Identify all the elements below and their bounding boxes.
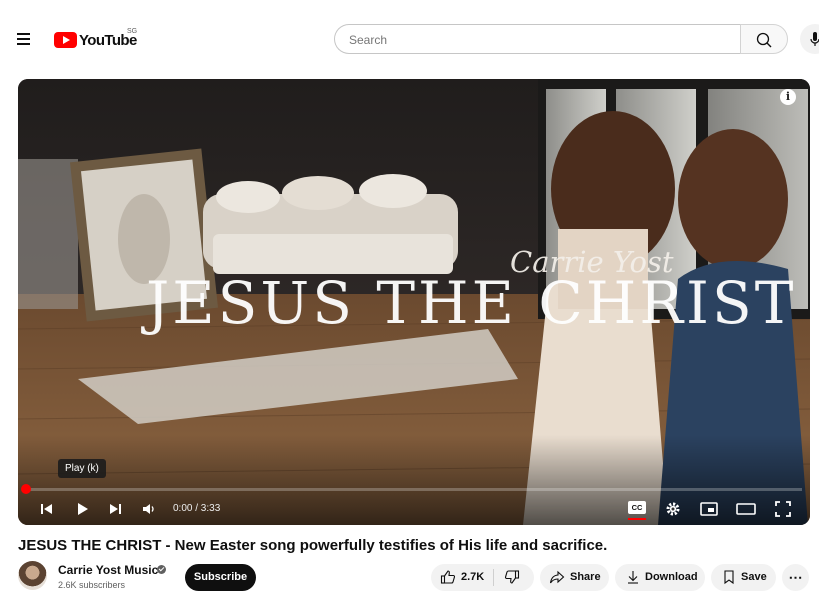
country-code: SG [127, 28, 138, 35]
search-input[interactable] [347, 25, 731, 55]
video-overlay-title: JESUS THE CHRIST [146, 269, 797, 337]
download-button[interactable]: Download [615, 564, 705, 591]
fullscreen-icon[interactable] [772, 498, 794, 520]
settings-icon[interactable] [662, 498, 684, 520]
share-icon [549, 570, 565, 584]
download-label: Download [645, 571, 698, 583]
video-player[interactable]: JESUS THE CHRIST Carrie Yost i Play (k) … [18, 79, 810, 525]
info-icon[interactable]: i [780, 89, 796, 105]
youtube-logo-icon [54, 32, 77, 48]
miniplayer-icon[interactable] [698, 498, 720, 520]
theater-icon[interactable] [735, 498, 757, 520]
video-overlay-artist: Carrie Yost [510, 245, 674, 279]
video-title: JESUS THE CHRIST - New Easter song power… [18, 537, 608, 554]
more-actions-button[interactable]: ⋯ [782, 564, 809, 591]
mic-icon [810, 32, 819, 46]
search-box [334, 24, 740, 55]
save-button[interactable]: Save [711, 564, 776, 591]
share-label: Share [570, 571, 601, 583]
play-icon[interactable] [71, 498, 93, 520]
like-divider [493, 569, 494, 586]
thumbs-up-icon [440, 570, 456, 584]
progress-bar[interactable] [26, 488, 802, 491]
dislike-button[interactable] [494, 564, 534, 591]
masthead: YouTube SG [0, 0, 819, 80]
search-icon [756, 32, 772, 48]
like-button[interactable]: 2.7K [431, 564, 493, 591]
share-button[interactable]: Share [540, 564, 609, 591]
voice-search-button[interactable] [800, 24, 819, 54]
player-controls: 0:00 / 3:33 CC [18, 493, 810, 525]
menu-icon[interactable] [14, 30, 34, 48]
subscribe-button[interactable]: Subscribe [185, 564, 256, 591]
like-count: 2.7K [461, 571, 485, 583]
more-icon: ⋯ [788, 569, 803, 585]
volume-icon[interactable] [138, 498, 160, 520]
time-display: 0:00 / 3:33 [173, 503, 221, 514]
channel-name[interactable]: Carrie Yost Music [58, 563, 158, 577]
save-label: Save [741, 571, 767, 583]
save-icon [724, 570, 734, 585]
cc-active-indicator [628, 518, 646, 520]
cc-icon[interactable]: CC [628, 501, 646, 514]
subscriber-count: 2.6K subscribers [58, 580, 126, 590]
youtube-logo[interactable]: YouTube [54, 31, 137, 49]
avatar[interactable] [18, 561, 47, 590]
previous-icon[interactable] [36, 498, 58, 520]
play-tooltip: Play (k) [58, 459, 106, 478]
search-button[interactable] [740, 24, 788, 54]
download-icon [628, 571, 638, 584]
thumbs-down-icon [504, 570, 520, 584]
like-dislike-group: 2.7K [431, 564, 534, 591]
next-icon[interactable] [104, 498, 126, 520]
verified-icon [157, 565, 166, 574]
